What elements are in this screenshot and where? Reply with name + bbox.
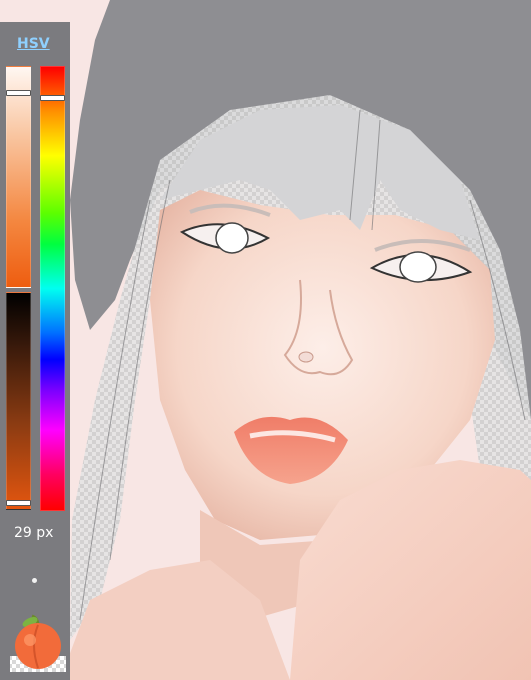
drawing-canvas[interactable] [0, 0, 531, 680]
hue-slider[interactable] [40, 66, 65, 511]
saturation-slider[interactable] [6, 66, 31, 288]
saturation-slider-handle[interactable] [6, 90, 31, 97]
brush-size-dot-icon [32, 578, 37, 583]
tab-hsv[interactable]: HSV [17, 36, 50, 52]
brightness-slider-handle[interactable] [6, 499, 31, 506]
peach-icon[interactable] [8, 612, 68, 672]
brightness-slider[interactable] [6, 292, 31, 510]
hue-slider-handle[interactable] [40, 95, 65, 101]
brush-size-label[interactable]: 29 px [14, 525, 53, 541]
nostril [298, 351, 314, 363]
